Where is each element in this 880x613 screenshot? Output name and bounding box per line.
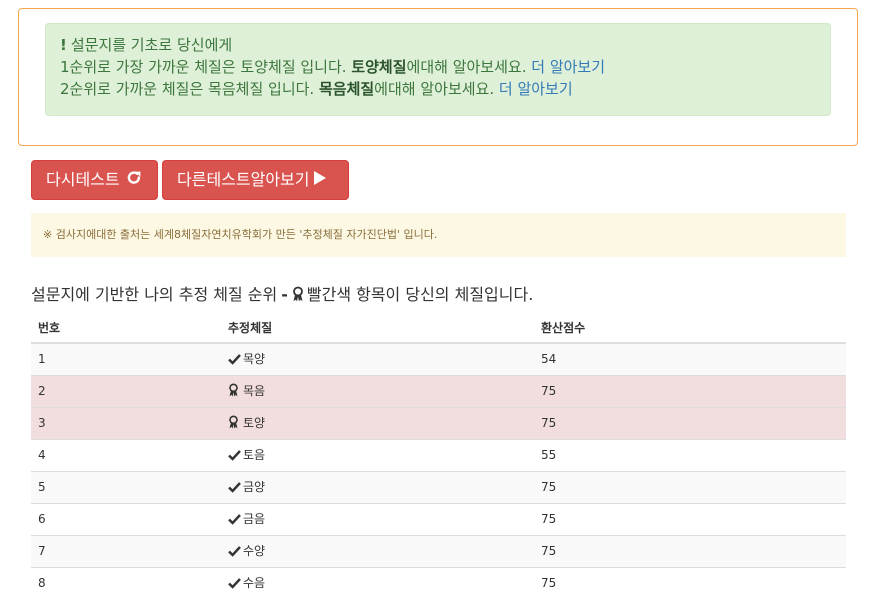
row-type-cell: 수음 [221,566,534,599]
row-score: 55 [534,438,846,471]
ribbon-icon [292,285,304,309]
play-icon [313,162,327,200]
check-icon [228,545,241,560]
rank1-type: 토양체질 [351,58,407,76]
row-score: 75 [534,534,846,567]
check-icon [228,481,241,496]
other-tests-button[interactable]: 다른테스트알아보기 [162,160,349,200]
column-header-number: 번호 [31,313,221,344]
rank2-learn-more-link[interactable]: 더 알아보기 [499,80,573,98]
result-panel: ! 설문지를 기초로 당신에게 1순위로 가장 가까운 체질은 토양체질 입니다.… [18,8,858,146]
alert-intro-line: ! 설문지를 기초로 당신에게 [60,34,816,56]
table-row: 2 목음 75 [31,374,846,407]
rank2-suffix: 에대해 알아보세요. [374,80,499,98]
ranking-table: 번호 추정체질 환산점수 1 목양 54 2 목음 75 3 토양 75 4 토음 55 5 금양 75 6 금… [31,313,846,599]
row-type: 목양 [243,352,266,367]
row-number: 7 [31,534,221,567]
rank1-learn-more-link[interactable]: 더 알아보기 [531,58,605,76]
row-number: 5 [31,470,221,503]
ribbon-icon [228,415,241,432]
row-number: 1 [31,342,221,375]
rank1-text: 1순위로 가장 가까운 체질은 토양체질 입니다. [60,58,352,76]
table-row: 7 수양 75 [31,534,846,567]
row-type: 토음 [243,448,266,462]
alert-intro-text: 설문지를 기초로 당신에게 [70,36,233,54]
refresh-icon [126,162,142,200]
source-notice: ※ 검사지에대한 출처는 세계8체질자연치유학회가 만든 '추정체질 자가진단법… [31,213,846,257]
row-type-cell: 토양 [221,406,534,439]
table-row: 6 금음 75 [31,502,846,535]
rank2-type: 목음체질 [318,80,375,98]
retest-button[interactable]: 다시테스트 [31,160,158,200]
row-type-cell: 토음 [221,438,534,471]
ribbon-icon [228,383,241,400]
table-row: 8 수음 75 [31,566,846,599]
retest-label: 다시테스트 [46,170,120,189]
row-type: 수음 [243,576,266,591]
alert-rank1-line: 1순위로 가장 가까운 체질은 토양체질 입니다. 토양체질에대해 알아보세요.… [60,56,816,78]
row-type-cell: 수양 [221,534,534,567]
column-header-type: 추정체질 [221,313,534,344]
ranking-heading-suffix: 빨간색 항목이 당신의 체질입니다. [306,285,534,304]
table-row: 4 토음 55 [31,438,846,471]
row-score: 75 [534,406,846,439]
row-type: 토양 [243,416,266,430]
table-row: 5 금양 75 [31,470,846,503]
exclamation-icon: ! [60,36,67,54]
row-number: 8 [31,566,221,599]
row-number: 4 [31,438,221,471]
check-icon [228,449,241,464]
check-icon [228,513,241,528]
row-type: 금음 [243,512,266,526]
row-type-cell: 목양 [221,342,534,375]
row-type-cell: 목음 [221,374,534,407]
row-score: 75 [534,470,846,503]
rank1-suffix: 에대해 알아보세요. [406,58,532,76]
table-row: 3 토양 75 [31,406,846,439]
row-score: 54 [534,342,846,375]
row-number: 2 [31,374,221,407]
ranking-heading: 설문지에 기반한 나의 추정 체질 순위 - 빨간색 항목이 당신의 체질입니다. [31,283,533,309]
check-icon [228,577,241,592]
other-tests-label: 다른테스트알아보기 [177,170,310,189]
heading-dash: - [281,285,288,304]
column-header-score: 환산점수 [534,313,846,344]
row-type: 금양 [243,480,266,494]
row-score: 75 [534,502,846,535]
table-row: 1 목양 54 [31,342,846,375]
result-alert: ! 설문지를 기초로 당신에게 1순위로 가장 가까운 체질은 토양체질 입니다.… [45,23,831,116]
row-score: 75 [534,374,846,407]
table-header-row: 번호 추정체질 환산점수 [31,313,846,344]
row-type: 목음 [243,384,266,398]
row-type-cell: 금음 [221,502,534,535]
row-score: 75 [534,566,846,599]
row-type: 수양 [243,544,266,558]
row-type-cell: 금양 [221,470,534,503]
rank2-text: 2순위로 가까운 체질은 목음체질 입니다. [60,80,319,98]
alert-rank2-line: 2순위로 가까운 체질은 목음체질 입니다. 목음체질에대해 알아보세요. 더 … [60,78,816,100]
check-icon [228,353,241,368]
ranking-heading-text: 설문지에 기반한 나의 추정 체질 순위 [31,285,278,304]
row-number: 3 [31,406,221,439]
row-number: 6 [31,502,221,535]
